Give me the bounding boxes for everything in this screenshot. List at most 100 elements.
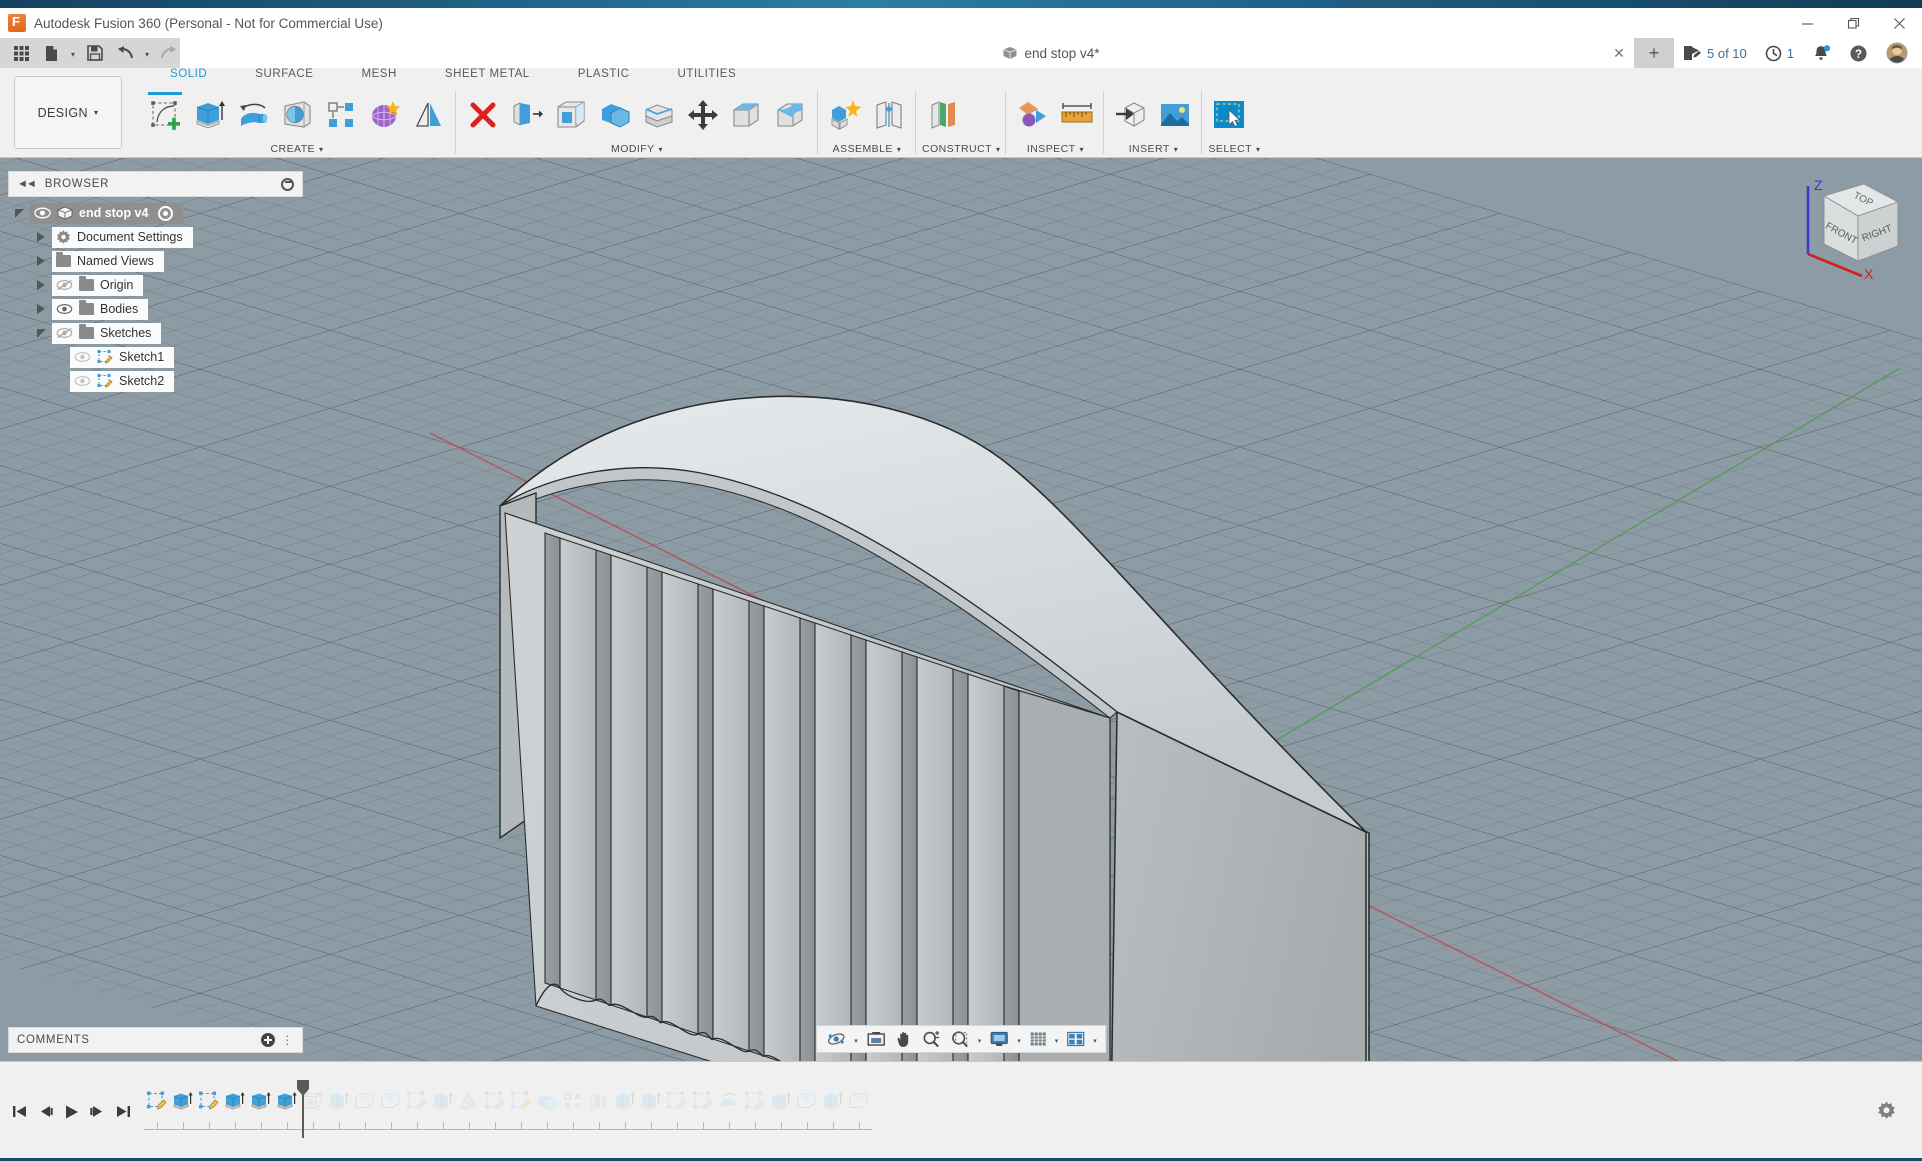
tree-item-sketch2[interactable]: Sketch2 [70, 370, 175, 392]
tree-row-named-views[interactable]: Named Views [8, 249, 303, 273]
new-component-icon[interactable] [824, 94, 866, 136]
chamfer-icon[interactable] [726, 94, 768, 136]
measure-icon[interactable] [1056, 94, 1098, 136]
expander-closed-icon[interactable] [30, 304, 52, 314]
tab-utilities[interactable]: UTILITIES [654, 68, 761, 80]
timeline-feature-sketch-icon[interactable] [196, 1084, 222, 1118]
tree-row-origin[interactable]: Origin [8, 273, 303, 297]
shell-icon[interactable] [550, 94, 592, 136]
tree-row-end-stop[interactable]: end stop v4 [8, 201, 303, 225]
form-icon[interactable] [364, 94, 406, 136]
timeline-feature-extrude-icon[interactable] [820, 1084, 846, 1118]
eye-hidden-icon[interactable] [56, 327, 73, 340]
zoom-window-icon[interactable] [946, 1027, 974, 1051]
history-indicator[interactable]: 1 [1756, 38, 1803, 68]
tree-row-bodies[interactable]: Bodies [8, 297, 303, 321]
ribbon-group-label-modify[interactable]: MODIFY ▾ [462, 141, 812, 157]
expander-open-icon[interactable] [8, 208, 30, 218]
job-status-indicator[interactable]: 5 of 10 [1674, 38, 1756, 68]
offset-face-icon[interactable] [638, 94, 680, 136]
timeline-feature-combine-icon[interactable] [534, 1084, 560, 1118]
timeline-feature-extrude-icon[interactable] [248, 1084, 274, 1118]
display-settings-icon[interactable] [985, 1027, 1013, 1051]
tree-item-end-stop[interactable]: end stop v4 [30, 202, 184, 224]
ribbon-group-label-insert[interactable]: INSERT ▾ [1110, 141, 1196, 157]
tree-row-document-settings[interactable]: Document Settings [8, 225, 303, 249]
help-button[interactable]: ? [1840, 38, 1877, 68]
fillet-icon[interactable] [770, 94, 812, 136]
eye-visible-icon[interactable] [34, 207, 51, 220]
extrude-icon[interactable] [188, 94, 230, 136]
new-file-icon[interactable] [36, 40, 66, 66]
save-icon[interactable] [80, 40, 110, 66]
go-to-beginning-icon[interactable] [6, 1097, 32, 1127]
timeline-feature-extrude-icon[interactable] [612, 1084, 638, 1118]
insert-derive-icon[interactable] [1110, 94, 1152, 136]
timeline-feature-fillet-icon[interactable] [352, 1084, 378, 1118]
tree-item-origin[interactable]: Origin [52, 274, 144, 296]
eye-dim-icon[interactable] [74, 375, 91, 388]
timeline-feature-mirror-icon[interactable] [456, 1084, 482, 1118]
timeline-feature-sketch-icon[interactable] [144, 1084, 170, 1118]
joint-icon[interactable] [868, 94, 910, 136]
tree-item-document-settings[interactable]: Document Settings [52, 226, 193, 248]
undo-dropdown-caret[interactable]: ▾ [140, 40, 154, 66]
play-icon[interactable] [58, 1097, 84, 1127]
collapse-left-icon[interactable]: ◄◄ [17, 178, 37, 190]
close-document-tab-button[interactable]: ✕ [1604, 38, 1634, 68]
new-file-dropdown-caret[interactable]: ▾ [66, 40, 80, 66]
timeline-feature-fillet-icon[interactable] [378, 1084, 404, 1118]
add-comment-icon[interactable] [261, 1033, 276, 1047]
eye-hidden-icon[interactable] [56, 279, 73, 292]
timeline-feature-fillet-icon[interactable] [846, 1084, 872, 1118]
ribbon-group-label-inspect[interactable]: INSPECT ▾ [1012, 141, 1098, 157]
expander-closed-icon[interactable] [30, 256, 52, 266]
workspace-switcher[interactable]: DESIGN ▾ [14, 76, 122, 149]
select-window-icon[interactable] [1208, 94, 1250, 136]
chevron-down-icon[interactable]: ▾ [1090, 1037, 1100, 1052]
zoom-icon[interactable] [918, 1027, 945, 1051]
app-grid-icon[interactable] [6, 40, 36, 66]
expander-open-icon[interactable] [30, 328, 52, 338]
pattern-icon[interactable] [320, 94, 362, 136]
notifications-button[interactable] [1803, 38, 1840, 68]
tree-row-sketch1[interactable]: Sketch1 [8, 345, 303, 369]
timeline-feature-extrude-icon[interactable] [430, 1084, 456, 1118]
timeline-feature-sketch-icon[interactable] [690, 1084, 716, 1118]
ribbon-group-label-construct[interactable]: CONSTRUCT ▾ [922, 141, 1000, 157]
timeline-feature-revolve-icon[interactable] [716, 1084, 742, 1118]
insert-canvas-icon[interactable] [1154, 94, 1196, 136]
3d-viewport[interactable]: ◄◄ BROWSER end stop v4 Document Settings… [0, 158, 1922, 1061]
go-to-end-icon[interactable] [110, 1097, 136, 1127]
chevron-down-icon[interactable]: ▾ [851, 1037, 861, 1052]
timeline-feature-sketch-icon[interactable] [404, 1084, 430, 1118]
revolve-icon[interactable] [232, 94, 274, 136]
timeline-feature-extrude-icon[interactable] [638, 1084, 664, 1118]
tab-surface[interactable]: SURFACE [231, 68, 337, 80]
timeline-playhead-marker[interactable] [296, 1079, 309, 1141]
timeline-feature-fillet-icon[interactable] [794, 1084, 820, 1118]
tree-item-sketch1[interactable]: Sketch1 [70, 346, 175, 368]
tab-mesh[interactable]: MESH [337, 68, 420, 80]
tree-item-named-views[interactable]: Named Views [52, 250, 164, 272]
document-tab[interactable]: end stop v4* [1002, 38, 1100, 68]
pan-look-at-icon[interactable] [862, 1027, 890, 1051]
undo-icon[interactable] [110, 40, 140, 66]
new-document-tab-button[interactable]: + [1634, 38, 1674, 68]
chevron-down-icon[interactable]: ▾ [975, 1037, 985, 1052]
chevron-down-icon[interactable]: ▾ [1052, 1037, 1062, 1052]
timeline-feature-sketch-icon[interactable] [482, 1084, 508, 1118]
step-forward-icon[interactable] [84, 1097, 110, 1127]
close-window-button[interactable] [1876, 8, 1922, 38]
activate-component-radio[interactable] [158, 205, 174, 221]
chevron-down-icon[interactable]: ▾ [1014, 1037, 1024, 1052]
grid-snaps-icon[interactable] [1025, 1027, 1051, 1051]
panel-options-icon[interactable] [281, 177, 294, 191]
timeline-feature-sketch-icon[interactable] [742, 1084, 768, 1118]
ribbon-group-label-create[interactable]: CREATE ▾ [144, 141, 450, 157]
offset-plane-icon[interactable] [922, 94, 964, 136]
press-pull-icon[interactable] [506, 94, 548, 136]
expander-closed-icon[interactable] [30, 280, 52, 290]
timeline-feature-extrude-icon[interactable] [222, 1084, 248, 1118]
timeline-track[interactable] [144, 1079, 872, 1140]
